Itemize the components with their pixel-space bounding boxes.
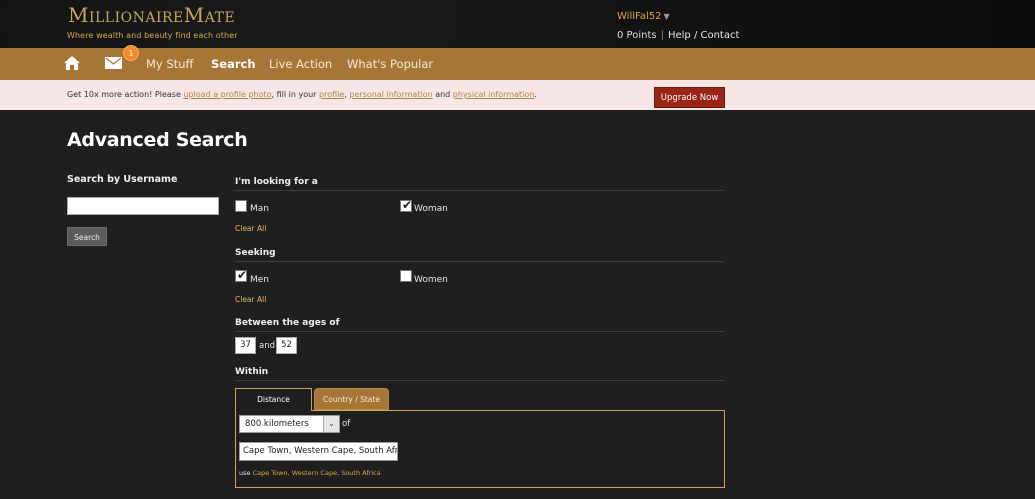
divider bbox=[235, 190, 724, 191]
site-tagline: Where wealth and beauty find each other bbox=[67, 31, 238, 40]
use-location-suggestion: use Cape Town, Western Cape, South Afric… bbox=[239, 469, 381, 477]
tab-country-state[interactable]: Country / State bbox=[314, 388, 389, 410]
of-label: of bbox=[342, 419, 351, 429]
divider: | bbox=[660, 30, 664, 41]
username-search-button[interactable]: Search bbox=[67, 227, 107, 246]
looking-for-woman-label: Woman bbox=[414, 204, 448, 214]
divider bbox=[235, 331, 724, 332]
physical-info-link[interactable]: physical information bbox=[453, 90, 535, 99]
checkmark-icon: ✔ bbox=[402, 198, 413, 212]
nav-whats-popular[interactable]: What's Popular bbox=[347, 57, 433, 71]
promo-text-mid: , fill in your bbox=[271, 90, 320, 99]
looking-for-woman-checkbox[interactable]: ✔ bbox=[400, 198, 413, 212]
personal-info-link[interactable]: personal information bbox=[349, 90, 432, 99]
username-label: WillFal52 bbox=[617, 11, 662, 22]
seeking-women-label: Women bbox=[414, 275, 448, 285]
distance-select[interactable]: 800 kilometers ⌄ bbox=[239, 415, 340, 433]
nav-my-stuff[interactable]: My Stuff bbox=[146, 57, 193, 71]
looking-for-man-label: Man bbox=[250, 204, 269, 214]
promo-banner: Get 10x more action! Please upload a pro… bbox=[0, 80, 1035, 110]
home-icon[interactable] bbox=[63, 55, 81, 71]
chevron-down-icon[interactable]: ⌄ bbox=[323, 416, 339, 432]
divider bbox=[235, 261, 724, 262]
seeking-heading: Seeking bbox=[235, 248, 276, 258]
divider bbox=[235, 380, 724, 381]
checkmark-icon: ✔ bbox=[237, 268, 248, 282]
ages-and-label: and bbox=[259, 341, 275, 351]
user-menu[interactable]: WillFal52 ▼ bbox=[617, 11, 670, 22]
within-heading: Within bbox=[235, 367, 269, 377]
max-age-input[interactable]: 52 bbox=[276, 337, 297, 354]
username-search-input[interactable] bbox=[67, 197, 219, 215]
tab-distance[interactable]: Distance bbox=[235, 388, 312, 411]
looking-for-clear-all-link[interactable]: Clear All bbox=[235, 224, 266, 233]
location-input[interactable]: Cape Town, Western Cape, South Afr bbox=[239, 442, 398, 461]
points-row: 0 Points | Help / Contact bbox=[617, 30, 739, 41]
seeking-men-label: Men bbox=[250, 275, 270, 285]
help-contact-link[interactable]: Help / Contact bbox=[668, 30, 739, 41]
nav-search[interactable]: Search bbox=[211, 57, 256, 71]
distance-select-value: 800 kilometers bbox=[245, 419, 309, 429]
profile-link[interactable]: profile bbox=[319, 90, 344, 99]
upgrade-now-button[interactable]: Upgrade Now bbox=[654, 87, 725, 108]
use-location-link[interactable]: Cape Town, Western Cape, South Africa bbox=[253, 469, 381, 477]
promo-text-end: . bbox=[534, 90, 537, 99]
promo-text-start: Get 10x more action! Please bbox=[67, 90, 184, 99]
use-label: use bbox=[239, 469, 253, 477]
promo-text-and: and bbox=[432, 90, 453, 99]
points-label[interactable]: 0 Points bbox=[617, 30, 657, 41]
min-age-input[interactable]: 37 bbox=[235, 337, 256, 354]
seeking-men-checkbox[interactable]: ✔ bbox=[235, 268, 248, 282]
caret-down-icon: ▼ bbox=[663, 12, 670, 21]
main-nav: 1 My Stuff Search Live Action What's Pop… bbox=[0, 45, 1035, 80]
looking-for-man-checkbox[interactable] bbox=[235, 200, 247, 212]
ages-heading: Between the ages of bbox=[235, 318, 340, 328]
page-title: Advanced Search bbox=[67, 129, 248, 151]
upload-photo-link[interactable]: upload a profile photo bbox=[183, 90, 271, 99]
notification-badge[interactable]: 1 bbox=[123, 45, 139, 61]
looking-for-heading: I'm looking for a bbox=[235, 177, 318, 187]
seeking-clear-all-link[interactable]: Clear All bbox=[235, 295, 266, 304]
site-logo[interactable]: MillionaireMate bbox=[68, 3, 235, 27]
search-by-username-heading: Search by Username bbox=[67, 174, 178, 185]
seeking-women-checkbox[interactable] bbox=[400, 270, 412, 282]
top-header: MillionaireMate Where wealth and beauty … bbox=[0, 0, 1035, 48]
promo-text: Get 10x more action! Please upload a pro… bbox=[67, 90, 537, 99]
mail-icon[interactable] bbox=[105, 57, 122, 69]
nav-live-action[interactable]: Live Action bbox=[269, 57, 332, 71]
